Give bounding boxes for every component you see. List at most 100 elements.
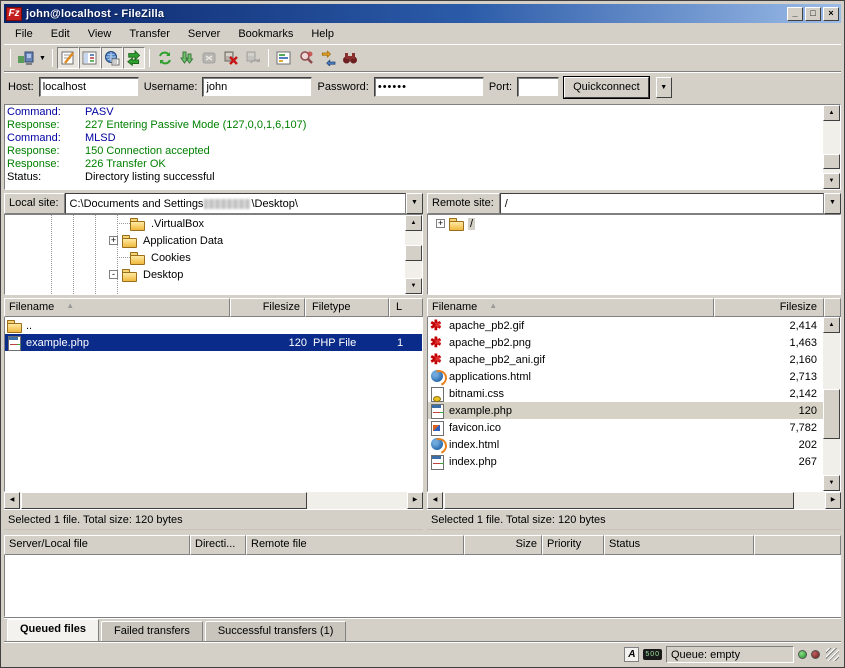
tree-item-virtualbox[interactable]: .VirtualBox xyxy=(5,215,405,232)
refresh-button[interactable] xyxy=(154,47,176,69)
host-input[interactable]: localhost xyxy=(39,77,139,97)
column-filename[interactable]: Filename▲ xyxy=(427,298,714,317)
find-files-button[interactable] xyxy=(339,47,361,69)
remote-hscrollbar[interactable]: ◀ ▶ xyxy=(427,492,841,509)
column-server-local-file[interactable]: Server/Local file xyxy=(4,535,190,555)
title-bar[interactable]: Fz john@localhost - FileZilla _ □ × xyxy=(4,4,841,23)
scroll-thumb[interactable] xyxy=(444,492,794,509)
disconnect-button[interactable] xyxy=(220,47,242,69)
toggle-transfer-queue-button[interactable] xyxy=(123,47,145,69)
scroll-thumb[interactable] xyxy=(405,245,422,261)
expand-icon[interactable]: + xyxy=(436,219,445,228)
toggle-remote-tree-button[interactable] xyxy=(101,47,123,69)
tree-item-desktop[interactable]: - Desktop xyxy=(5,266,405,283)
file-row[interactable]: apache_pb2.png 1,463 xyxy=(428,334,823,351)
file-row-selected[interactable]: example.php 120 xyxy=(428,402,823,419)
site-manager-button[interactable] xyxy=(15,47,37,69)
tree-item-root[interactable]: + / xyxy=(428,215,840,232)
scroll-right-arrow[interactable]: ▶ xyxy=(407,492,423,509)
column-size[interactable]: Size xyxy=(464,535,542,555)
quickconnect-dropdown[interactable]: ▼ xyxy=(656,77,672,98)
site-manager-dropdown[interactable]: ▼ xyxy=(37,48,48,68)
file-row[interactable]: apache_pb2.gif 2,414 xyxy=(428,317,823,334)
scroll-thumb[interactable] xyxy=(823,389,840,439)
quickconnect-button[interactable]: Quickconnect xyxy=(564,77,649,98)
scroll-up-arrow[interactable]: ▲ xyxy=(823,317,840,333)
local-tree-scrollbar[interactable]: ▲ ▼ xyxy=(405,215,422,294)
menu-server[interactable]: Server xyxy=(179,26,229,42)
local-site-dropdown[interactable]: ▼ xyxy=(406,193,423,214)
resize-grip[interactable] xyxy=(826,648,839,661)
close-button[interactable]: × xyxy=(823,7,839,21)
speed-limit-icon[interactable]: 500 xyxy=(643,649,662,660)
reconnect-button[interactable] xyxy=(242,47,264,69)
file-row[interactable]: bitnami.css 2,142 xyxy=(428,385,823,402)
directory-filters-button[interactable] xyxy=(273,47,295,69)
column-filetype[interactable]: Filetype xyxy=(305,298,389,317)
column-priority[interactable]: Priority xyxy=(542,535,604,555)
toggle-message-log-button[interactable] xyxy=(57,47,79,69)
local-hscrollbar[interactable]: ◀ ▶ xyxy=(4,492,423,509)
tab-successful-transfers[interactable]: Successful transfers (1) xyxy=(205,621,347,641)
remote-site-dropdown[interactable]: ▼ xyxy=(824,193,841,214)
column-direction[interactable]: Directi... xyxy=(190,535,246,555)
tab-failed-transfers[interactable]: Failed transfers xyxy=(101,621,203,641)
queue-list[interactable] xyxy=(4,555,841,617)
file-row-parent[interactable]: .. xyxy=(5,317,422,334)
menu-view[interactable]: View xyxy=(79,26,121,42)
username-input[interactable]: john xyxy=(202,77,312,97)
log-scrollbar[interactable]: ▲ ▼ xyxy=(823,105,840,189)
tree-item-application-data[interactable]: + Application Data xyxy=(5,232,405,249)
file-row[interactable]: favicon.ico 7,782 xyxy=(428,419,823,436)
remote-site-combo[interactable]: / xyxy=(500,193,824,214)
local-site-combo[interactable]: C:\Documents and Settings\Desktop\ xyxy=(65,193,406,214)
menu-bookmarks[interactable]: Bookmarks xyxy=(229,26,302,42)
column-filename[interactable]: Filename▲ xyxy=(4,298,230,317)
synchronized-browsing-button[interactable] xyxy=(317,47,339,69)
process-queue-button[interactable] xyxy=(176,47,198,69)
scroll-down-arrow[interactable]: ▼ xyxy=(823,173,840,189)
scroll-down-arrow[interactable]: ▼ xyxy=(823,475,840,491)
scroll-left-arrow[interactable]: ◀ xyxy=(427,492,443,509)
scroll-left-arrow[interactable]: ◀ xyxy=(4,492,20,509)
maximize-button[interactable]: □ xyxy=(805,7,821,21)
menu-edit[interactable]: Edit xyxy=(42,26,79,42)
menu-transfer[interactable]: Transfer xyxy=(120,26,179,42)
password-input[interactable]: •••••• xyxy=(374,77,484,97)
scroll-thumb[interactable] xyxy=(823,154,840,169)
column-filesize[interactable]: Filesize xyxy=(714,298,824,317)
collapse-icon[interactable]: - xyxy=(109,270,118,279)
local-directory-tree[interactable]: .VirtualBox + Application Data Cookies xyxy=(5,215,405,294)
column-lastmodified[interactable]: L xyxy=(389,298,423,317)
remote-panel: Remote site: / ▼ + / Filename▲ xyxy=(427,193,841,530)
minimize-button[interactable]: _ xyxy=(787,7,803,21)
column-filesize[interactable]: Filesize xyxy=(230,298,305,317)
column-remote-file[interactable]: Remote file xyxy=(246,535,464,555)
transfer-type-icon[interactable]: A xyxy=(624,647,639,662)
tab-queued-files[interactable]: Queued files xyxy=(7,619,99,641)
scroll-right-arrow[interactable]: ▶ xyxy=(825,492,841,509)
column-status[interactable]: Status xyxy=(604,535,754,555)
scroll-up-arrow[interactable]: ▲ xyxy=(405,215,422,231)
file-row-example-php[interactable]: example.php 120 PHP File 1 xyxy=(5,334,422,351)
expand-icon[interactable]: + xyxy=(109,236,118,245)
file-row[interactable]: apache_pb2_ani.gif 2,160 xyxy=(428,351,823,368)
scroll-thumb[interactable] xyxy=(21,492,307,509)
file-row[interactable]: index.php 267 xyxy=(428,453,823,470)
scroll-down-arrow[interactable]: ▼ xyxy=(405,278,422,294)
toggle-local-tree-button[interactable] xyxy=(79,47,101,69)
remote-list-scrollbar[interactable]: ▲ ▼ xyxy=(823,317,840,491)
remote-directory-tree[interactable]: + / xyxy=(428,215,840,294)
menu-file[interactable]: File xyxy=(6,26,42,42)
scroll-up-arrow[interactable]: ▲ xyxy=(823,105,840,121)
file-row[interactable]: index.html 202 xyxy=(428,436,823,453)
file-row[interactable]: applications.html 2,713 xyxy=(428,368,823,385)
directory-comparison-button[interactable] xyxy=(295,47,317,69)
cancel-operation-button[interactable] xyxy=(198,47,220,69)
menu-help[interactable]: Help xyxy=(302,26,343,42)
log-line: Response:226 Transfer OK xyxy=(7,158,821,171)
tree-item-cookies[interactable]: Cookies xyxy=(5,249,405,266)
port-input[interactable] xyxy=(517,77,559,97)
folder-icon xyxy=(122,234,138,247)
toolbar-separator xyxy=(52,49,53,67)
